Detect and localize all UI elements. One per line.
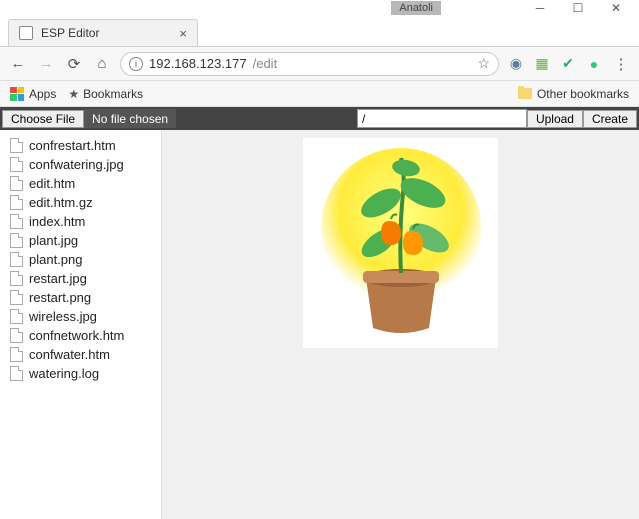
file-name: index.htm xyxy=(29,214,85,229)
file-item[interactable]: edit.htm xyxy=(0,174,161,193)
preview-image xyxy=(303,138,498,348)
apps-shortcut[interactable]: Apps xyxy=(10,87,56,101)
editor-main: confrestart.htm confwatering.jpg edit.ht… xyxy=(0,130,639,519)
file-item[interactable]: plant.png xyxy=(0,250,161,269)
file-name: edit.htm.gz xyxy=(29,195,93,210)
maximize-button[interactable]: ☐ xyxy=(559,0,597,16)
file-icon xyxy=(10,328,23,343)
file-status-label: No file chosen xyxy=(84,109,176,128)
file-item[interactable]: confwatering.jpg xyxy=(0,155,161,174)
file-item[interactable]: confrestart.htm xyxy=(0,136,161,155)
file-icon xyxy=(10,176,23,191)
menu-icon[interactable]: ⋮ xyxy=(611,55,631,73)
folder-icon xyxy=(518,88,532,99)
file-list: confrestart.htm confwatering.jpg edit.ht… xyxy=(0,130,162,519)
file-icon xyxy=(10,309,23,324)
file-name: wireless.jpg xyxy=(29,309,97,324)
file-icon xyxy=(10,290,23,305)
file-item[interactable]: restart.jpg xyxy=(0,269,161,288)
editor-toolbar: Choose File No file chosen Upload Create xyxy=(0,107,639,130)
plant-illustration-icon xyxy=(311,143,491,343)
other-bookmarks[interactable]: Other bookmarks xyxy=(518,87,629,101)
tab-strip: ESP Editor × xyxy=(0,16,639,47)
bookmark-bar: Apps ★ Bookmarks Other bookmarks xyxy=(0,81,639,107)
forward-icon[interactable]: → xyxy=(36,55,56,72)
file-icon xyxy=(10,138,23,153)
preview-pane xyxy=(162,130,639,519)
close-window-button[interactable]: ✕ xyxy=(597,0,635,16)
extension-icon-2[interactable]: ▦ xyxy=(533,55,551,73)
bookmark-star-icon[interactable]: ☆ xyxy=(477,55,490,72)
star-icon: ★ xyxy=(68,87,79,101)
url-path: /edit xyxy=(253,56,278,71)
url-field[interactable]: i 192.168.123.177/edit ☆ xyxy=(120,52,499,76)
file-name: edit.htm xyxy=(29,176,75,191)
choose-file-button[interactable]: Choose File xyxy=(2,110,84,128)
file-icon xyxy=(10,195,23,210)
upload-button[interactable]: Upload xyxy=(527,110,583,128)
address-bar: ← → ⟳ ⌂ i 192.168.123.177/edit ☆ ◉ ▦ ✔ ●… xyxy=(0,47,639,81)
page-favicon-icon xyxy=(19,26,33,40)
file-icon xyxy=(10,347,23,362)
tab-title: ESP Editor xyxy=(41,26,99,40)
create-button[interactable]: Create xyxy=(583,110,637,128)
bookmarks-shortcut[interactable]: ★ Bookmarks xyxy=(68,87,143,101)
file-icon xyxy=(10,233,23,248)
extension-icon-3[interactable]: ✔ xyxy=(559,55,577,73)
file-item[interactable]: confnetwork.htm xyxy=(0,326,161,345)
other-bookmarks-label: Other bookmarks xyxy=(537,87,629,101)
file-item[interactable]: restart.png xyxy=(0,288,161,307)
site-info-icon[interactable]: i xyxy=(129,57,143,71)
file-name: confwater.htm xyxy=(29,347,110,362)
file-name: confwatering.jpg xyxy=(29,157,124,172)
apps-icon xyxy=(10,87,24,101)
file-name: confrestart.htm xyxy=(29,138,116,153)
minimize-button[interactable]: ─ xyxy=(521,0,559,16)
path-input[interactable] xyxy=(357,109,527,128)
close-tab-icon[interactable]: × xyxy=(179,26,187,41)
reload-icon[interactable]: ⟳ xyxy=(64,55,84,73)
extension-icon-1[interactable]: ◉ xyxy=(507,55,525,73)
file-item[interactable]: index.htm xyxy=(0,212,161,231)
browser-tab[interactable]: ESP Editor × xyxy=(8,19,198,46)
back-icon[interactable]: ← xyxy=(8,55,28,72)
file-icon xyxy=(10,252,23,267)
file-item[interactable]: confwater.htm xyxy=(0,345,161,364)
file-name: watering.log xyxy=(29,366,99,381)
file-name: plant.png xyxy=(29,252,83,267)
bookmarks-label: Bookmarks xyxy=(83,87,143,101)
home-icon[interactable]: ⌂ xyxy=(92,55,112,72)
file-name: restart.png xyxy=(29,290,91,305)
file-item[interactable]: wireless.jpg xyxy=(0,307,161,326)
file-icon xyxy=(10,366,23,381)
file-name: restart.jpg xyxy=(29,271,87,286)
file-item[interactable]: watering.log xyxy=(0,364,161,383)
file-icon xyxy=(10,214,23,229)
file-name: confnetwork.htm xyxy=(29,328,124,343)
url-host: 192.168.123.177 xyxy=(149,56,247,71)
file-name: plant.jpg xyxy=(29,233,78,248)
file-icon xyxy=(10,271,23,286)
window-titlebar: Anatoli ─ ☐ ✕ xyxy=(0,0,639,16)
apps-label: Apps xyxy=(29,87,56,101)
file-item[interactable]: plant.jpg xyxy=(0,231,161,250)
file-icon xyxy=(10,157,23,172)
extension-icon-4[interactable]: ● xyxy=(585,55,603,73)
file-item[interactable]: edit.htm.gz xyxy=(0,193,161,212)
user-badge: Anatoli xyxy=(391,1,441,15)
